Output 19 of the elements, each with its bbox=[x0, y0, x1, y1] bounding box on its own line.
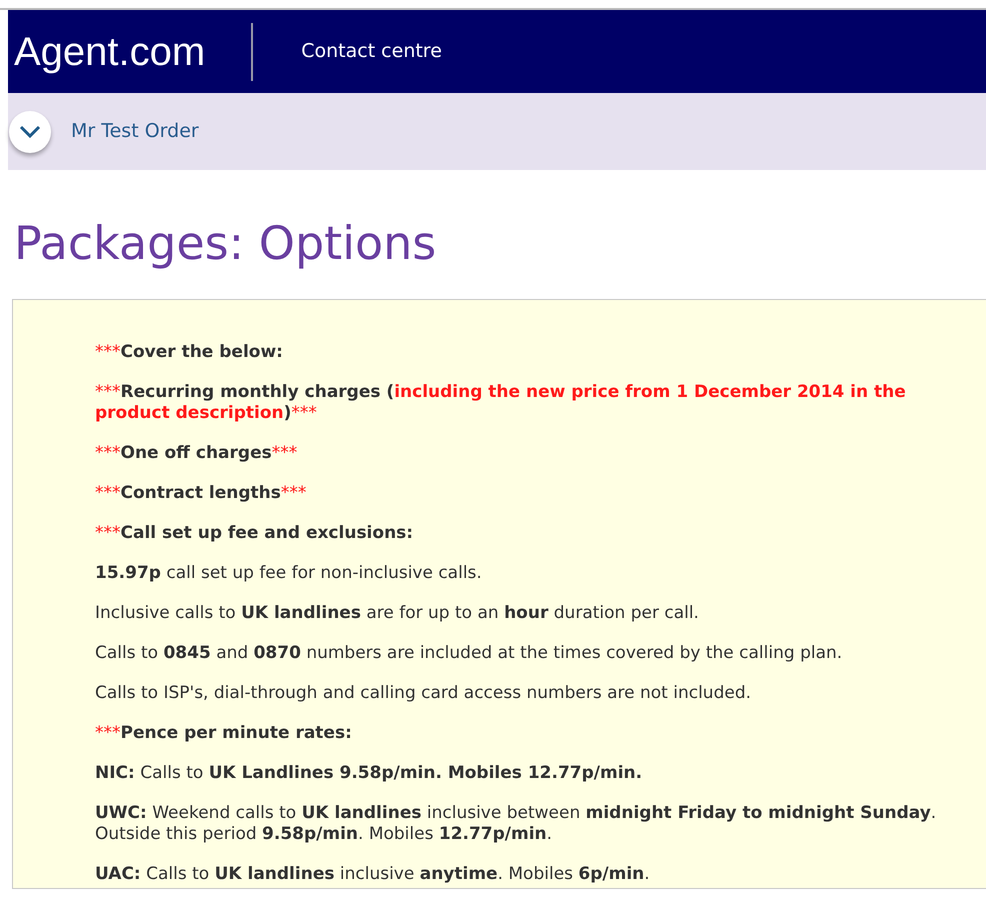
note-text: UWC: Weekend calls to UK landlines inclusive between midnight Friday to midnight Sunday. Outside this period 9.58p/min. Mobiles 12.77p/min. bbox=[95, 803, 938, 846]
note-heading: ***One off charges*** bbox=[95, 443, 298, 464]
note-text: Calls to 0845 and 0870 numbers are included at the times covered by the calling plan. bbox=[95, 643, 844, 664]
note-heading: ***Pence per minute rates: bbox=[95, 723, 353, 744]
page-title: Packages: Options bbox=[14, 216, 438, 272]
note-text: 15.97p call set up fee for non-inclusive calls. bbox=[95, 563, 483, 584]
note-heading: ***Cover the below: bbox=[95, 342, 284, 364]
note-heading: ***Call set up fee and exclusions: bbox=[95, 523, 414, 544]
note-heading: ***Contract lengths*** bbox=[95, 483, 308, 504]
note-text: Inclusive calls to UK landlines are for up to an hour duration per call. bbox=[95, 603, 700, 624]
note-text: UAC: Calls to UK landlines inclusive anytime. Mobiles 6p/min. bbox=[95, 864, 651, 886]
customer-name: Mr Test Order bbox=[71, 119, 199, 144]
note-heading: ***Recurring monthly charges (including the new price from 1 December 2014 in the product description)*** bbox=[95, 382, 907, 424]
chevron-down-icon bbox=[19, 124, 41, 138]
section-title: Contact centre bbox=[300, 39, 442, 64]
site-logo[interactable]: Agent.com bbox=[8, 22, 254, 80]
note-text: NIC: Calls to UK Landlines 9.58p/min. Mobiles 12.77p/min. bbox=[95, 763, 644, 784]
expand-button[interactable] bbox=[9, 110, 51, 152]
note-text: Calls to ISP's, dial-through and calling card access numbers are not included. bbox=[95, 683, 752, 704]
